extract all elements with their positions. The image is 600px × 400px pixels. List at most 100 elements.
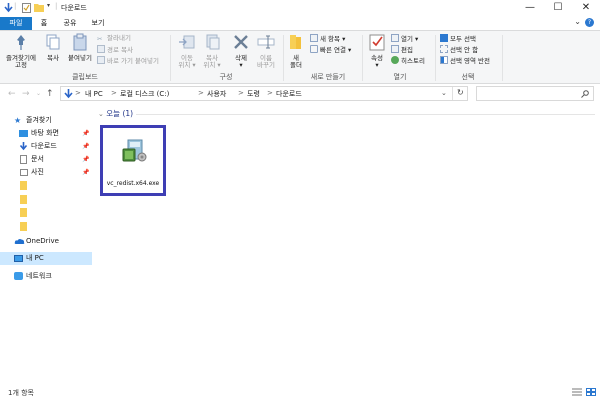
close-button[interactable]: ✕: [572, 0, 600, 16]
open-label: 열기 ▾: [401, 35, 419, 43]
minimize-button[interactable]: —: [516, 0, 544, 16]
nav-downloads[interactable]: 다운로드 📌: [0, 140, 92, 153]
nav-folder[interactable]: [0, 179, 92, 192]
title-separator: |: [14, 2, 17, 10]
address-bar[interactable]: > 내 PC > 로컬 디스크 (C:) > 사용자 > 도령 > 다운로드 ⌄…: [60, 86, 468, 101]
back-arrow-icon[interactable]: ←: [8, 89, 16, 99]
copy-path-icon: [97, 45, 105, 53]
forward-arrow-icon[interactable]: →: [22, 89, 30, 99]
scissors-icon: ✂: [97, 35, 103, 43]
new-folder-quick-icon[interactable]: [34, 3, 44, 12]
properties-button[interactable]: 속성 ▾: [366, 33, 388, 69]
nav-quick-access-label: 즐겨찾기: [26, 116, 52, 124]
clipboard-group-label: 클립보드: [72, 73, 98, 81]
new-item-icon: [310, 34, 318, 42]
nav-desktop-label: 바탕 화면: [31, 129, 59, 137]
pin-quick-access-button[interactable]: 즐겨찾기에 고정: [3, 33, 39, 69]
breadcrumb-user[interactable]: 도령: [247, 89, 260, 99]
edit-icon: [391, 45, 399, 53]
paste-shortcut-button[interactable]: 바로 가기 붙여넣기: [97, 56, 159, 65]
nav-documents[interactable]: 문서 📌: [0, 153, 92, 166]
breadcrumb-users[interactable]: 사용자: [207, 89, 226, 99]
desktop-icon: [19, 130, 28, 137]
window-title: 다운로드: [61, 4, 87, 12]
nav-onedrive[interactable]: OneDrive: [0, 235, 92, 248]
installer-icon: [122, 139, 147, 162]
tab-view[interactable]: 보기: [88, 17, 108, 30]
delete-button[interactable]: 삭제 ▾: [231, 33, 251, 69]
copy-path-button[interactable]: 경로 복사: [97, 45, 133, 54]
pc-icon: [14, 255, 23, 262]
organize-group-label: 구성: [219, 73, 233, 81]
breadcrumb-separator: >: [75, 89, 81, 97]
open-group-label: 열기: [393, 73, 407, 81]
tab-file[interactable]: 파일: [0, 17, 32, 30]
title-bar: | ▾ | 다운로드 — ☐ ✕: [0, 0, 600, 16]
open-button[interactable]: 열기 ▾: [391, 34, 418, 43]
nav-pictures[interactable]: 사진 📌: [0, 166, 92, 179]
address-dropdown-icon[interactable]: ⌄: [441, 89, 447, 97]
tab-home[interactable]: 홈: [36, 17, 52, 30]
breadcrumb-local-disk[interactable]: 로컬 디스크 (C:): [120, 89, 169, 99]
select-none-button[interactable]: 선택 안 함: [440, 45, 478, 54]
breadcrumb-this-pc[interactable]: 내 PC: [85, 89, 103, 99]
customize-dropdown-icon[interactable]: ▾: [47, 2, 50, 9]
details-view-icon[interactable]: [572, 388, 582, 396]
file-item[interactable]: vc_redist.x64.exe: [100, 125, 166, 196]
search-icon[interactable]: [581, 90, 589, 98]
address-row: ← → ⌄ ↑ > 내 PC > 로컬 디스크 (C:) > 사용자 > 도령 …: [0, 84, 600, 104]
tab-share[interactable]: 공유: [60, 17, 80, 30]
copy-to-button[interactable]: 복사 위치 ▾: [201, 33, 223, 69]
refresh-icon[interactable]: ↻: [457, 88, 464, 97]
nav-quick-access[interactable]: ★ 즐겨찾기: [0, 114, 92, 127]
nav-folder[interactable]: [0, 193, 92, 206]
properties-icon: [369, 34, 385, 51]
breadcrumb-separator: >: [238, 89, 244, 97]
invert-selection-button[interactable]: 선택 영역 반전: [440, 56, 490, 65]
search-input[interactable]: [476, 86, 594, 101]
nav-folder[interactable]: [0, 220, 92, 233]
nav-folder[interactable]: [0, 206, 92, 219]
nav-desktop[interactable]: 바탕 화면 📌: [0, 127, 92, 140]
select-all-button[interactable]: 모두 선택: [440, 34, 476, 43]
ribbon-separator: [170, 35, 171, 81]
copy-button[interactable]: 복사: [43, 33, 63, 62]
ribbon-expand-icon[interactable]: ⌄: [574, 17, 581, 26]
recent-dropdown-icon[interactable]: ⌄: [36, 90, 41, 97]
pin-icon[interactable]: 📌: [82, 153, 89, 166]
quick-access-down-icon[interactable]: [4, 3, 13, 13]
help-icon[interactable]: ?: [585, 18, 594, 27]
rename-button[interactable]: 이름 바꾸기: [254, 33, 278, 69]
ribbon: 즐겨찾기에 고정 복사 붙여넣기 ✂ 잘라내기 경로 복사 바로 가기 붙여넣기 …: [0, 30, 600, 84]
easy-access-button[interactable]: 빠른 연결 ▾: [310, 45, 351, 54]
new-item-button[interactable]: 새 항목 ▾: [310, 34, 345, 43]
group-divider: [136, 114, 595, 115]
rename-icon: [257, 35, 275, 49]
folder-icon: [20, 222, 27, 231]
folder-icon: [20, 195, 27, 204]
properties-check-icon[interactable]: [22, 3, 31, 13]
document-icon: [20, 155, 27, 164]
paste-button[interactable]: 붙여넣기: [66, 33, 94, 62]
history-button[interactable]: 히스토리: [391, 56, 425, 65]
nav-network[interactable]: 네트워크: [0, 270, 92, 283]
cut-button[interactable]: ✂ 잘라내기: [97, 34, 131, 43]
star-icon: ★: [14, 116, 22, 125]
up-arrow-icon[interactable]: ↑: [46, 89, 54, 99]
file-list: ⌄ 오늘 (1) vc_redist.x64.exe: [92, 104, 600, 378]
move-to-button[interactable]: 이동 위치 ▾: [176, 33, 198, 69]
edit-button[interactable]: 편집: [391, 45, 413, 54]
folder-icon: [20, 181, 27, 190]
move-to-icon: [179, 35, 195, 49]
breadcrumb-downloads[interactable]: 다운로드: [276, 89, 302, 99]
pin-icon[interactable]: 📌: [82, 166, 89, 179]
pin-icon[interactable]: 📌: [82, 140, 89, 153]
invert-selection-label: 선택 영역 반전: [450, 57, 491, 65]
new-folder-button[interactable]: 새 폴더: [286, 33, 306, 69]
nav-this-pc[interactable]: 내 PC: [0, 252, 92, 265]
group-header-today[interactable]: ⌄ 오늘 (1): [98, 108, 133, 119]
maximize-button[interactable]: ☐: [544, 0, 572, 16]
tiles-view-icon[interactable]: [586, 388, 596, 396]
collapse-chevron-icon[interactable]: ⌄: [98, 110, 104, 118]
pin-icon[interactable]: 📌: [82, 127, 89, 140]
